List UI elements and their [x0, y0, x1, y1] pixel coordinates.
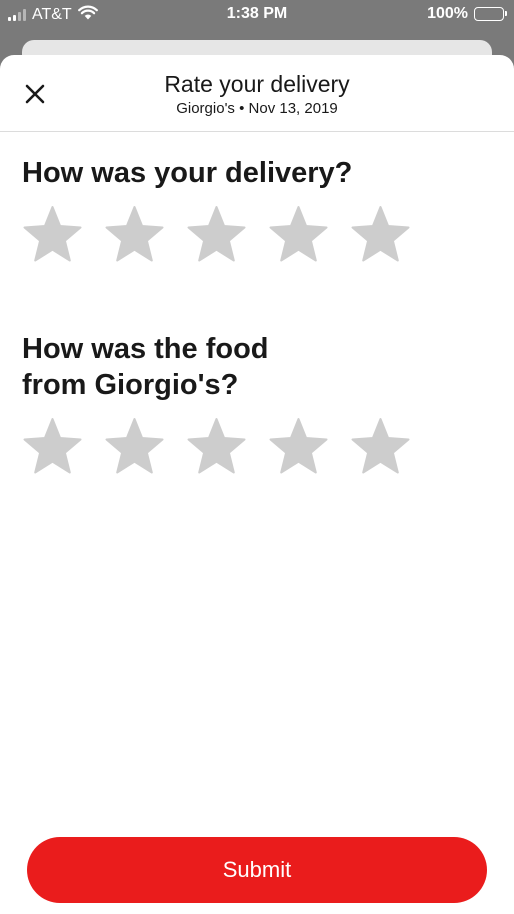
delivery-star-5[interactable] — [350, 205, 411, 263]
star-icon — [105, 206, 164, 262]
status-bar: AT&T 1:38 PM 100% — [0, 0, 514, 30]
star-icon — [187, 418, 246, 474]
food-star-3[interactable] — [186, 417, 247, 475]
star-icon — [23, 206, 82, 262]
star-icon — [351, 418, 410, 474]
star-icon — [105, 418, 164, 474]
star-icon — [23, 418, 82, 474]
food-rating-section: How was the food from Giorgio's? — [22, 331, 411, 475]
delivery-star-1[interactable] — [22, 205, 83, 263]
food-star-1[interactable] — [22, 417, 83, 475]
delivery-question: How was your delivery? — [22, 157, 353, 189]
rate-delivery-sheet: Rate your delivery Giorgio's • Nov 13, 2… — [0, 55, 514, 914]
delivery-rating-section: How was your delivery? — [22, 155, 411, 263]
food-star-rating[interactable] — [22, 417, 411, 475]
battery-percentage: 100% — [427, 5, 468, 22]
sheet-header: Rate your delivery Giorgio's • Nov 13, 2… — [0, 55, 514, 132]
star-icon — [269, 206, 328, 262]
page-title: Rate your delivery — [164, 71, 350, 97]
delivery-star-2[interactable] — [104, 205, 165, 263]
food-star-5[interactable] — [350, 417, 411, 475]
submit-button[interactable]: Submit — [27, 837, 487, 903]
delivery-star-rating[interactable] — [22, 205, 411, 263]
food-star-4[interactable] — [268, 417, 329, 475]
food-star-2[interactable] — [104, 417, 165, 475]
status-right: 100% — [427, 5, 507, 23]
star-icon — [187, 206, 246, 262]
star-icon — [269, 418, 328, 474]
star-icon — [351, 206, 410, 262]
delivery-star-3[interactable] — [186, 205, 247, 263]
page-subtitle: Giorgio's • Nov 13, 2019 — [176, 100, 338, 117]
battery-icon — [474, 7, 507, 21]
delivery-star-4[interactable] — [268, 205, 329, 263]
food-question: How was the food from Giorgio's? — [22, 333, 269, 401]
